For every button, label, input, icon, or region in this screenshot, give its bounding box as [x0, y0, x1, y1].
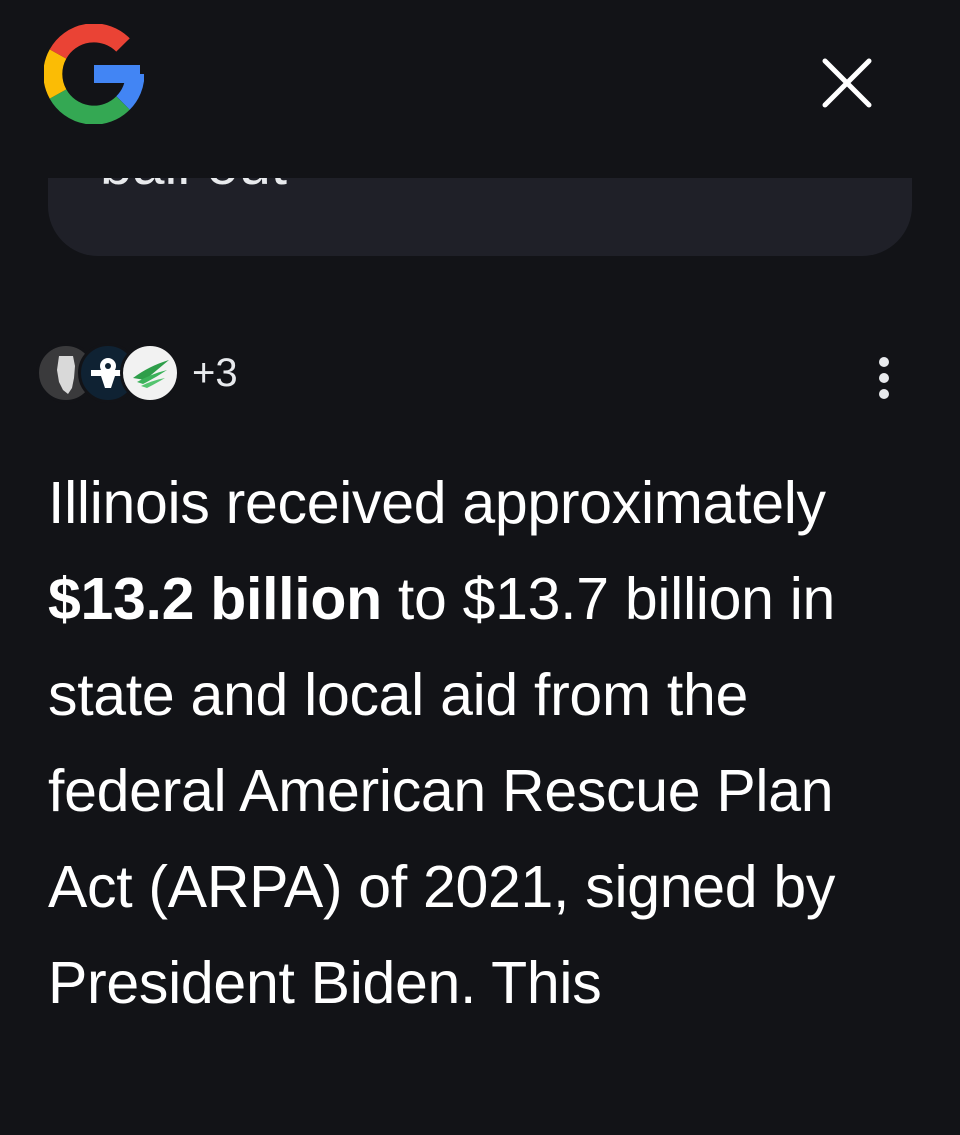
query-card[interactable]: bail out — [48, 178, 912, 256]
answer-text-part2: to $13.7 billion in state and local aid … — [48, 566, 836, 1016]
more-vertical-icon-dot — [879, 373, 889, 383]
query-text: bail out — [100, 178, 287, 200]
ai-answer-text: Illinois received approximately $13.2 bi… — [48, 455, 908, 1031]
top-bar — [0, 0, 960, 170]
answer-text-part1: Illinois received approximately — [48, 470, 826, 536]
close-icon — [822, 58, 872, 108]
green-wings-icon — [120, 343, 180, 403]
more-vertical-icon-dot — [879, 389, 889, 399]
answer-bold-amount: $13.2 billion — [48, 566, 382, 632]
more-sources-count[interactable]: +3 — [192, 351, 238, 396]
more-options-button[interactable] — [864, 350, 904, 406]
close-button[interactable] — [812, 48, 882, 118]
google-g-icon[interactable] — [44, 24, 144, 124]
more-vertical-icon — [879, 357, 889, 367]
source-favicons[interactable]: +3 — [36, 340, 238, 406]
